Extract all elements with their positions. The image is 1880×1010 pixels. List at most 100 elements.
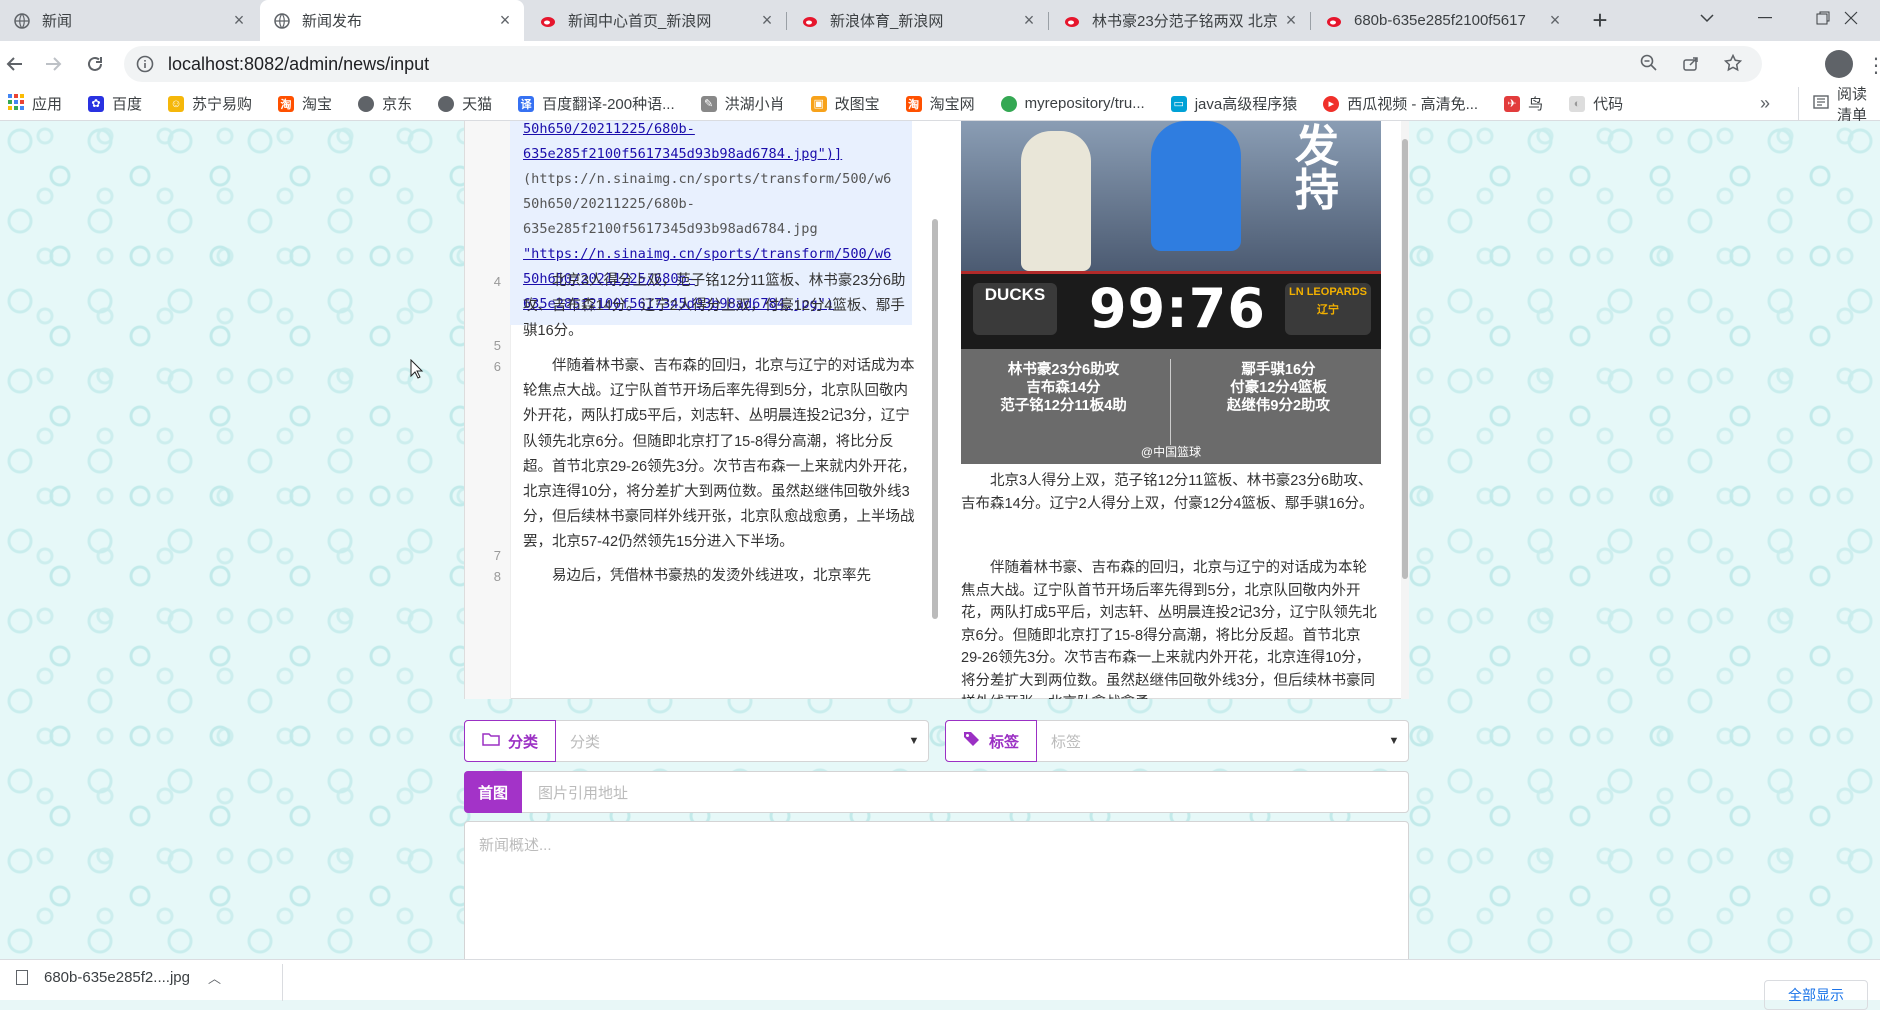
download-item[interactable]: 680b-635e285f2....jpg ︿ [16,968,221,987]
tab-separator [786,12,787,30]
bookmark-taobaowang[interactable]: 淘淘宝网 [905,93,975,114]
category-dropdown[interactable]: 分类 分类 ▼ [464,720,929,762]
chevron-up-icon[interactable]: ︿ [208,968,221,987]
bookmark-repository[interactable]: myrepository/tru... [1000,95,1145,112]
info-icon[interactable] [136,55,154,73]
bookmark-fanyi[interactable]: 译百度翻译-200种语... [518,93,675,114]
xigua-icon: ▸ [1323,95,1340,112]
preview-paragraph: 伴随着林书豪、吉布森的回归，北京与辽宁的对话成为本轮焦点大战。辽宁队首节开场后率… [961,560,1377,699]
dropdown-caret-icon: ▼ [908,735,920,747]
source-line: 635e285f2100f5617345d93b98ad6784.jpg [523,221,818,237]
player-figure [1021,131,1091,271]
bookmark-label: 鸟 [1528,96,1544,113]
bookmark-label: 改图宝 [834,96,880,113]
bookmark-label: java高级程序猿 [1194,96,1298,113]
first-image-field[interactable]: 首图 图片引用地址 [464,771,1409,813]
bird-icon: ✈ [1504,95,1521,112]
markdown-editor[interactable]: 4 5 6 7 8 50h650/20211225/680b- 635e285f… [464,121,1409,699]
minimize-icon[interactable] [1736,0,1794,36]
watermark: @中国篮球 [1140,445,1202,459]
bookmark-bird[interactable]: ✈ 鸟 [1504,93,1543,114]
editor-scrollbar[interactable] [931,121,939,699]
close-icon[interactable]: × [1282,10,1300,31]
bookmark-label: myrepository/tru... [1024,95,1145,112]
bookmark-apps[interactable]: 应用 [8,93,62,114]
bookmark-suning[interactable]: ☺ 苏宁易购 [168,93,252,114]
stats-right: 鄢手骐16分 付豪12分4篮板 赵继伟9分2助攻 [1226,362,1331,414]
share-icon[interactable] [1682,54,1700,75]
address-bar[interactable]: localhost:8082/admin/news/input [124,46,1762,82]
bookmark-label: 百度翻译-200种语... [542,96,675,113]
reload-icon[interactable] [82,51,108,77]
tags-label: 标签 [945,720,1037,762]
code-icon: ◐ [1569,95,1586,112]
globe-icon [358,95,375,112]
source-line: 50h650/20211225/680b- [523,121,919,142]
bookmark-jd[interactable]: 京东 [358,93,412,114]
globe-icon [274,12,290,29]
back-icon[interactable] [2,51,28,77]
tags-dropdown[interactable]: 标签 标签 ▼ [945,720,1409,762]
tab-article[interactable]: 林书豪23分范子铭两双 北京 × [1050,0,1310,41]
close-icon[interactable]: × [1020,10,1038,31]
leopards-logo: LN LEOPARDS 辽宁 [1285,283,1371,335]
stats-left: 林书豪23分6助攻 吉布森14分 范子铭12分11板4助 [1000,362,1127,414]
bookmarks-bar: 应用 ✿ 百度 ☺ 苏宁易购 淘淘宝 京东 天猫 译百度翻译-200种语... ✎ 洪… [0,86,1880,124]
bookmark-code[interactable]: ◐ 代码 [1569,93,1623,114]
preview-scrollbar[interactable] [1401,121,1409,699]
bookmark-baidu[interactable]: ✿ 百度 [88,93,142,114]
tab-sina-sports[interactable]: 新浪体育_新浪网 × [788,0,1048,41]
tab-title: 新浪体育_新浪网 [830,13,944,30]
tab-news-publish[interactable]: 新闻发布 × [260,0,524,41]
bookmark-java[interactable]: ▭ java高级程序猿 [1170,93,1298,114]
download-shelf: 680b-635e285f2....jpg ︿ 全部显示 [0,959,1880,1010]
tab-sina-news[interactable]: 新闻中心首页_新浪网 × [526,0,786,41]
bookmark-gaitubao[interactable]: ▣ 改图宝 [810,93,880,114]
new-tab-button[interactable]: + [1586,6,1614,34]
link-text[interactable]: 50h650/20211225/680b- [523,121,695,137]
first-image-label: 首图 [464,771,522,813]
bookmark-label: 淘宝 [302,96,333,113]
more-bookmarks-icon[interactable]: » [1760,93,1770,114]
tab-search-icon[interactable] [1678,0,1736,36]
close-icon[interactable]: × [230,10,248,31]
profile-avatar-icon[interactable] [1825,50,1853,78]
source-line: (https://n.sinaimg.cn/sports/transform/5… [523,171,892,187]
tab-separator [1310,12,1311,30]
close-window-icon[interactable] [1822,0,1880,36]
close-icon[interactable]: × [496,10,514,31]
preview-image: 发 持 DUCKS 99:76 LN LEOPARDS 辽宁 林书豪23分6助攻… [961,121,1381,464]
tab-title: 680b-635e285f2100f5617 [1354,12,1526,29]
news-summary-textarea[interactable]: 新闻概述... [464,821,1409,959]
folder-icon [482,732,500,750]
bookmark-xigua[interactable]: ▸ 西瓜视频 - 高清免... [1323,93,1478,114]
reading-list-label: 阅读清单 [1837,85,1868,124]
link-text[interactable]: 635e285f2100f5617345d93b98ad6784.jpg")] [523,146,842,162]
menu-icon[interactable]: ⋮ [1866,53,1880,78]
scrollbar-thumb[interactable] [932,219,938,619]
close-icon[interactable]: × [1546,10,1564,31]
source-paragraph: 伴随着林书豪、吉布森的回归，北京与辽宁的对话成为本轮焦点大战。辽宁队首节开场后率… [523,358,917,551]
first-image-input[interactable]: 图片引用地址 [522,772,1408,812]
ducks-logo: DUCKS [973,283,1057,335]
close-icon[interactable]: × [758,10,776,31]
download-filename: 680b-635e285f2....jpg [44,969,190,986]
scrollbar-thumb[interactable] [1402,139,1408,579]
zoom-icon[interactable] [1640,54,1658,75]
forward-icon[interactable] [40,51,66,77]
tab-image[interactable]: 680b-635e285f2100f5617 × [1312,0,1574,41]
shelf-separator [282,964,283,1001]
tab-separator [1048,12,1049,30]
tab-news[interactable]: 新闻 × [0,0,258,41]
bookmark-star-icon[interactable] [1723,53,1743,75]
bookmark-honghu[interactable]: ✎ 洪湖小肖 [700,93,785,114]
reading-list[interactable]: 阅读清单 [1798,86,1880,124]
bookmark-taobao[interactable]: 淘淘宝 [278,93,332,114]
bookmark-tmall[interactable]: 天猫 [438,93,492,114]
bookmark-label: 应用 [32,96,63,113]
bookmark-label: 百度 [112,96,143,113]
bookmark-label: 代码 [1593,96,1624,113]
link-text[interactable]: "https://n.sinaimg.cn/sports/transform/5… [523,246,891,262]
bookmark-label: 西瓜视频 - 高清免... [1347,96,1479,113]
show-all-button[interactable]: 全部显示 [1764,980,1868,1010]
